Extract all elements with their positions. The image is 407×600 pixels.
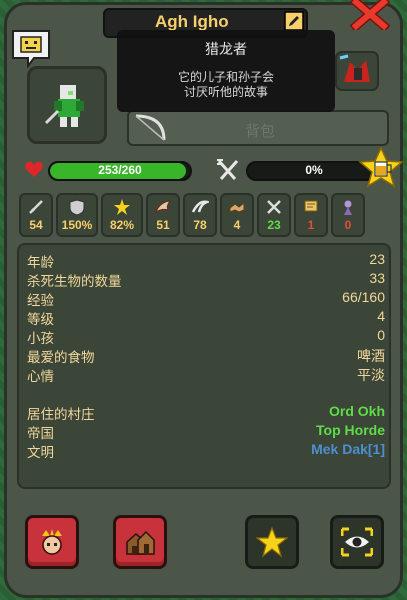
favorite-button[interactable] <box>245 515 299 569</box>
info-label: 等级 <box>27 312 54 328</box>
stat-cell-wing-speed[interactable]: 51 <box>146 193 180 237</box>
close-icon[interactable] <box>350 0 390 30</box>
stat-cell-warfare[interactable]: 23 <box>257 193 291 237</box>
stat-cell-stewardship[interactable]: 1 <box>294 193 328 237</box>
info-value: 0 <box>377 327 385 343</box>
info-value[interactable]: Mek Dak[1] <box>311 441 385 457</box>
heart-icon <box>25 161 43 177</box>
stat-cell-attack-speed[interactable]: 78 <box>183 193 217 237</box>
info-row: 居住的村庄 Ord Okh <box>27 403 385 423</box>
star-icon <box>256 526 288 558</box>
stat-value: 1 <box>307 218 315 232</box>
stat-value: 150% <box>61 218 93 232</box>
creature-traits-button[interactable] <box>25 515 79 569</box>
crit-star-icon <box>114 199 130 215</box>
stat-cell-crit-star[interactable]: 82% <box>101 193 143 237</box>
info-value: 66/160 <box>342 289 385 305</box>
info-value: 4 <box>377 308 385 324</box>
dragon-trait-icon[interactable] <box>334 50 380 92</box>
info-label: 帝国 <box>27 426 54 442</box>
info-label: 年龄 <box>27 255 54 271</box>
stat-value: 54 <box>29 218 43 232</box>
info-row: 经验 66/160 <box>27 289 385 309</box>
info-row: 小孩 0 <box>27 327 385 347</box>
village-button[interactable] <box>113 515 167 569</box>
stat-cell-shield[interactable]: 150% <box>56 193 98 237</box>
creature-portrait[interactable] <box>27 66 107 144</box>
info-row: 心情 平淡 <box>27 365 385 385</box>
edit-name-icon[interactable] <box>284 11 304 31</box>
info-label: 杀死生物的数量 <box>27 274 122 290</box>
stat-value: 0 <box>344 218 352 232</box>
favorite-beer-star-icon[interactable] <box>358 146 404 188</box>
tooltip-description: 它的儿子和孙子会 讨厌听他的故事 <box>177 70 274 99</box>
info-row: 帝国 Top Horde <box>27 422 385 442</box>
stewardship-icon <box>304 200 318 212</box>
stat-cell-sword[interactable]: 54 <box>19 193 53 237</box>
stat-value: 82% <box>109 218 135 232</box>
fork-knife-icon <box>217 159 239 180</box>
info-value: 33 <box>369 270 385 286</box>
info-value[interactable]: Top Horde <box>316 422 385 438</box>
info-value[interactable]: Ord Okh <box>329 403 385 419</box>
stat-cell-diplomacy[interactable]: 4 <box>220 193 254 237</box>
info-label: 心情 <box>27 369 54 385</box>
diplomacy-icon <box>229 201 245 213</box>
info-row: 杀死生物的数量 33 <box>27 270 385 290</box>
wing-speed-icon <box>154 200 172 214</box>
stat-value: 51 <box>156 218 170 232</box>
health-text: 253/260 <box>98 163 142 177</box>
info-label: 居住的村庄 <box>27 407 95 423</box>
stat-cell-intelligence[interactable]: 0 <box>331 193 365 237</box>
info-value: 啤酒 <box>357 348 385 364</box>
village-houses-icon <box>126 530 155 555</box>
info-row: 等级 4 <box>27 308 385 328</box>
creature-name: Agh Igho <box>155 12 229 31</box>
shield-icon <box>69 199 85 216</box>
stat-value: 4 <box>233 218 241 232</box>
creature-info-list: 年龄 23 杀死生物的数量 33 经验 66/160 等级 4 小孩 0 最爱的食物 啤酒心情 平淡居住… <box>17 243 391 489</box>
info-value: 23 <box>369 251 385 267</box>
orc-sprite-icon <box>44 85 84 127</box>
eye-icon <box>341 527 373 557</box>
combat-stats-row: 54 150% 82% 51 78 4 23 1 0 <box>19 193 389 237</box>
info-label: 最爱的食物 <box>27 350 95 366</box>
follow-camera-button[interactable] <box>330 515 384 569</box>
tooltip-title: 猎龙者 <box>205 42 247 58</box>
info-row: 最爱的食物 啤酒 <box>27 346 385 366</box>
stat-value: 23 <box>267 218 281 232</box>
info-row: 文明 Mek Dak[1] <box>27 441 385 461</box>
mood-speech-bubble-icon[interactable] <box>10 28 52 68</box>
trait-tooltip: 猎龙者 它的儿子和孙子会 讨厌听他的故事 <box>117 30 335 112</box>
warfare-icon <box>267 200 281 214</box>
crowned-head-icon <box>42 529 62 555</box>
info-label: 小孩 <box>27 331 54 347</box>
info-row: 年龄 23 <box>27 251 385 271</box>
info-label: 经验 <box>27 293 54 309</box>
stat-value: 78 <box>193 218 207 232</box>
bow-icon[interactable] <box>130 112 170 144</box>
intelligence-icon <box>344 200 352 215</box>
attack-speed-icon <box>191 200 209 213</box>
info-label: 文明 <box>27 445 54 461</box>
sword-icon <box>29 200 43 214</box>
info-value: 平淡 <box>357 367 385 383</box>
